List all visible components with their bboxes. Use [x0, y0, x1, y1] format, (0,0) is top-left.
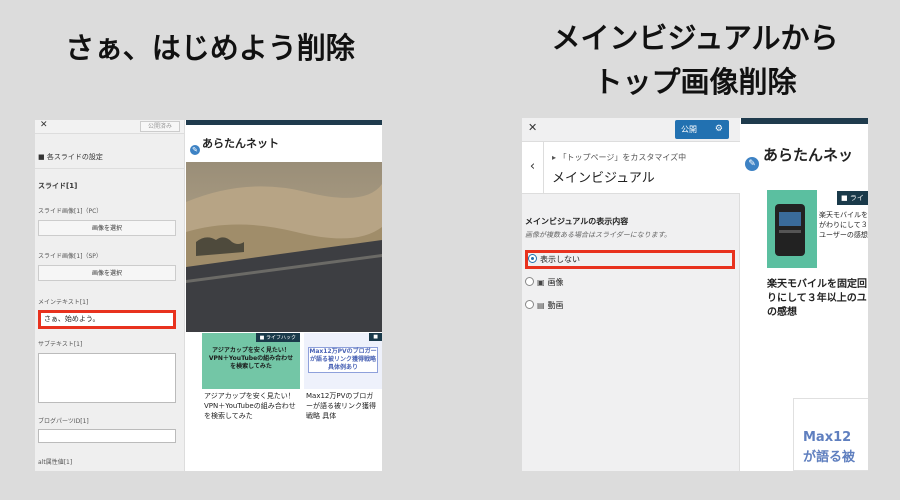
post-thumbnail[interactable]	[767, 190, 817, 268]
back-button[interactable]: ‹	[522, 142, 544, 194]
category-tag: ■ ライフハック	[255, 333, 300, 342]
radio[interactable]	[525, 300, 534, 309]
radio[interactable]	[525, 277, 534, 286]
sub-text-textarea[interactable]	[38, 353, 176, 403]
option-video[interactable]: ▤ 動画	[525, 296, 735, 315]
right-screenshot: ✕ 公開 ⚙ ‹ ▸ 「トップページ」をカスタマイズ中 メインビジュアル メイン…	[522, 118, 868, 471]
router-image	[767, 190, 817, 268]
customizer-panel: ✕ 公開 ⚙ ‹ ▸ 「トップページ」をカスタマイズ中 メインビジュアル メイン…	[522, 118, 740, 471]
blog-parts-input[interactable]	[38, 429, 176, 443]
desert-road-image	[186, 162, 382, 332]
section-name: メインビジュアル	[552, 171, 655, 186]
option-label: 動画	[547, 301, 564, 310]
post-card[interactable]: ■ Max12万PVのブロガーが語る被リンク獲得戦略具体例あり Max12万PV…	[304, 333, 382, 423]
divider	[35, 168, 185, 169]
post-card-thumbnail: ■ Max12万PVのブロガーが語る被リンク獲得戦略具体例あり	[304, 333, 382, 389]
site-preview: あらたんネッ ■ ライ 楽天モバイルを がわりにして３年 ユーザーの感想 楽天モ…	[741, 118, 868, 471]
title-line: の感想	[767, 307, 797, 318]
customizer-panel: ✕ 公開済み ■ 各スライドの設定 スライド[1] スライド画像[1]（PC） …	[35, 120, 185, 471]
control-title: メインビジュアルの表示内容	[525, 217, 629, 226]
site-preview: あらたんネット ✎ ■ ライフハック アジアカップを安く見たい！VPN＋YouT…	[186, 120, 382, 471]
excerpt-line: ユーザーの感想	[819, 231, 868, 239]
thumbnail-text: Max12 が語る被	[803, 428, 855, 468]
alt-label: alt属性値[1]	[38, 459, 73, 466]
category-tag: ■ ライ	[837, 191, 868, 205]
main-text-input[interactable]: さぁ、始めよう。	[38, 310, 176, 329]
option-label: 画像	[547, 278, 564, 287]
publish-button[interactable]: 公開 ⚙	[675, 120, 729, 139]
publish-label: 公開	[681, 125, 697, 134]
section-header: ‹ ▸ 「トップページ」をカスタマイズ中 メインビジュアル	[522, 142, 740, 194]
image-sp-label: スライド画像[1]（SP）	[38, 253, 102, 260]
site-header-bar	[741, 118, 868, 124]
image-icon: ▣	[537, 278, 545, 287]
close-icon[interactable]: ✕	[528, 121, 537, 134]
breadcrumb: ▸ 「トップページ」をカスタマイズ中	[552, 153, 687, 162]
section-title: ■ 各スライドの設定	[38, 153, 103, 161]
right-heading-line2: トップ画像削除	[593, 65, 797, 99]
post-title[interactable]: 楽天モバイルを固定回 りにして３年以上のユ の感想	[767, 278, 867, 320]
post-card-thumbnail: ■ ライフハック アジアカップを安く見たい！VPN＋YouTubeの組み合わせを…	[202, 333, 300, 389]
close-icon[interactable]: ✕	[40, 120, 48, 130]
post-card-title[interactable]: アジアカップを安く見たい！VPN＋YouTubeの組み合わせを検索してみた	[202, 389, 300, 423]
gear-icon[interactable]: ⚙	[715, 120, 723, 139]
video-icon: ▤	[537, 301, 545, 310]
site-header-bar	[186, 120, 382, 125]
option-label: 表示しない	[540, 255, 580, 264]
option-image[interactable]: ▣ 画像	[525, 273, 735, 292]
main-text-label: メインテキスト[1]	[38, 299, 89, 306]
image-pc-label: スライド画像[1]（PC）	[38, 208, 103, 215]
select-image-pc-button[interactable]: 画像を選択	[38, 220, 176, 236]
site-title[interactable]: あらたんネッ	[763, 144, 853, 165]
published-button[interactable]: 公開済み	[140, 121, 180, 132]
left-screenshot: ✕ 公開済み ■ 各スライドの設定 スライド[1] スライド画像[1]（PC） …	[35, 120, 382, 471]
excerpt-line: がわりにして３年	[819, 221, 868, 229]
customizer-topbar: ✕ 公開済み	[35, 120, 184, 134]
excerpt-line: 楽天モバイルを	[819, 211, 868, 219]
radio-selected[interactable]	[528, 254, 537, 263]
thumbnail-text: アジアカップを安く見たい！VPN＋YouTubeの組み合わせを検索してみた	[208, 347, 294, 370]
edit-pencil-icon[interactable]: ✎	[188, 143, 202, 157]
title-line: りにして３年以上のユ	[767, 293, 867, 304]
hero-image	[186, 162, 382, 332]
thumb-line: Max12	[803, 430, 852, 445]
customizer-topbar: ✕ 公開 ⚙	[522, 118, 740, 142]
thumb-line: が語る被	[803, 450, 856, 465]
slide-heading: スライド[1]	[38, 182, 78, 190]
category-tag: ■	[369, 333, 382, 341]
right-heading: メインビジュアルから トップ画像削除	[510, 16, 880, 104]
site-title[interactable]: あらたんネット	[202, 135, 279, 151]
select-image-sp-button[interactable]: 画像を選択	[38, 265, 176, 281]
edit-pencil-icon[interactable]: ✎	[743, 155, 761, 173]
option-hide[interactable]: 表示しない	[525, 250, 735, 269]
post-card[interactable]: ■ ライフハック アジアカップを安く見たい！VPN＋YouTubeの組み合わせを…	[202, 333, 300, 423]
sub-text-label: サブテキスト[1]	[38, 341, 83, 348]
right-heading-line1: メインビジュアルから	[551, 21, 839, 55]
left-heading: さぁ、はじめよう削除	[65, 31, 355, 65]
post-excerpt: 楽天モバイルを がわりにして３年 ユーザーの感想	[819, 210, 868, 240]
thumbnail-text: Max12万PVのブロガーが語る被リンク獲得戦略具体例あり	[308, 347, 378, 373]
title-line: 楽天モバイルを固定回	[767, 279, 867, 290]
blog-parts-label: ブログパーツID[1]	[38, 418, 89, 425]
control-description: 画像が複数ある場合はスライダーになります。	[525, 231, 672, 239]
post-card-title[interactable]: Max12万PVのブロガーが語る被リンク獲得戦略 具体	[304, 389, 382, 423]
